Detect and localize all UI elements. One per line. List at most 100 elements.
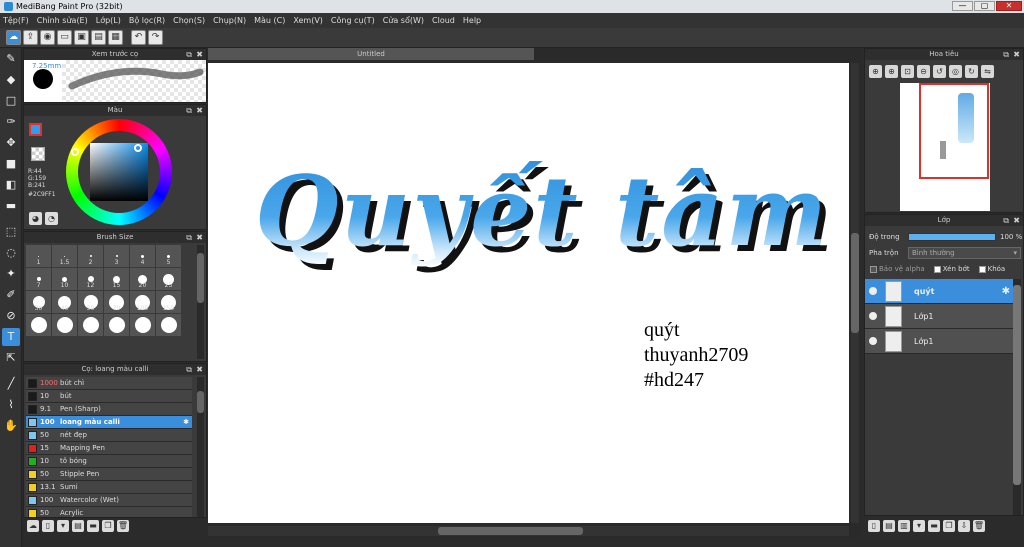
fit-icon[interactable]: ⊡ (901, 65, 914, 78)
close-panel-icon[interactable]: ✖ (1013, 49, 1020, 60)
maximize-button[interactable]: ▢ (974, 1, 995, 11)
eyedropper-tool-icon[interactable]: ⌇ (2, 396, 20, 414)
popout-icon[interactable]: ⧉ (186, 49, 192, 60)
brush-size-cell[interactable]: 12 (78, 268, 103, 290)
menu-tools[interactable]: Công cụ(T) (331, 16, 375, 25)
popout-icon[interactable]: ⧉ (186, 364, 192, 375)
eraser-tool-icon[interactable]: ◆ (2, 71, 20, 89)
rotate-right-icon[interactable]: ↻ (965, 65, 978, 78)
zoom-in-alt-icon[interactable]: ⊕ (885, 65, 898, 78)
brush-size-cell[interactable]: 40 (52, 291, 77, 313)
menu-help[interactable]: Help (463, 16, 481, 25)
transparent-color-swatch[interactable] (31, 147, 45, 161)
folder-icon[interactable]: ▬ (87, 520, 99, 532)
brush-size-cell[interactable]: 30 (26, 291, 51, 313)
pen-tool-icon[interactable]: ✑ (2, 113, 20, 131)
popout-icon[interactable]: ⧉ (1003, 215, 1009, 226)
brush-size-cell[interactable] (78, 314, 103, 336)
brush-size-cell[interactable]: 1 (26, 245, 51, 267)
close-panel-icon[interactable]: ✖ (196, 49, 203, 60)
brush-size-cell[interactable] (52, 314, 77, 336)
canvas-vertical-scrollbar[interactable] (851, 63, 859, 523)
layer-row[interactable]: Lớp1 (865, 304, 1013, 329)
new-layer-icon[interactable]: ▯ (868, 520, 880, 532)
undo-icon[interactable]: ↶ (131, 30, 146, 45)
lasso-tool-icon[interactable]: ◌ (2, 244, 20, 262)
add-brush-icon[interactable]: ▾ (57, 520, 69, 532)
grid-icon[interactable]: ▦ (108, 30, 123, 45)
lock-checkbox[interactable]: Khóa (978, 265, 1005, 273)
menu-window[interactable]: Cửa sổ(W) (383, 16, 424, 25)
merge-down-icon[interactable]: ⇩ (958, 520, 970, 532)
menu-file[interactable]: Tệp(F) (3, 16, 29, 25)
comment-icon[interactable]: ◉ (40, 30, 55, 45)
trash-icon[interactable]: 🗑 (973, 520, 985, 532)
brush-item[interactable]: 1000 bút chì (26, 377, 192, 390)
dot-tool-icon[interactable]: □ (2, 92, 20, 110)
brush-size-cell[interactable]: 20 (130, 268, 155, 290)
menu-select[interactable]: Chọn(S) (173, 16, 205, 25)
sv-handle[interactable] (134, 144, 142, 152)
brush-settings-icon[interactable]: ▤ (72, 520, 84, 532)
select-pen-tool-icon[interactable]: ✐ (2, 286, 20, 304)
brush-item[interactable]: 50 Stipple Pen (26, 468, 192, 481)
zoom-in-icon[interactable]: ⊕ (869, 65, 882, 78)
protect-alpha-checkbox[interactable]: Bảo vệ alpha (870, 265, 925, 273)
bucket-tool-icon[interactable]: ◧ (2, 176, 20, 194)
new-halftone-layer-icon[interactable]: ▤ (883, 520, 895, 532)
close-panel-icon[interactable]: ✖ (196, 364, 203, 375)
brush-size-cell[interactable]: 15 (104, 268, 129, 290)
menu-view[interactable]: Xem(V) (293, 16, 323, 25)
brush-item[interactable]: 9.1 Pen (Sharp) (26, 403, 192, 416)
menu-edit[interactable]: Chỉnh sửa(E) (37, 16, 88, 25)
color-wheel[interactable] (66, 119, 172, 225)
cloud-icon[interactable]: ☁ (6, 30, 21, 45)
brush-size-cell[interactable] (156, 314, 181, 336)
brush-item[interactable]: 10 tô bóng (26, 455, 192, 468)
select-rect-tool-icon[interactable]: ⬚ (2, 223, 20, 241)
gradient-tool-icon[interactable]: ▬ (2, 197, 20, 215)
brush-size-cell[interactable] (130, 314, 155, 336)
brush-size-cell[interactable] (26, 314, 51, 336)
chat-icon[interactable]: ▭ (57, 30, 72, 45)
save-icon[interactable]: ▣ (74, 30, 89, 45)
primary-color-swatch[interactable] (29, 123, 42, 136)
brush-size-scrollbar[interactable] (197, 245, 204, 359)
close-panel-icon[interactable]: ✖ (196, 105, 203, 116)
layer-list-scrollbar[interactable] (1013, 279, 1021, 515)
palette-add-icon[interactable]: ◔ (45, 212, 58, 225)
new-brush-icon[interactable]: ▯ (42, 520, 54, 532)
brush-size-cell[interactable] (104, 314, 129, 336)
visibility-icon[interactable] (869, 287, 877, 295)
gear-icon[interactable]: ✱ (1002, 286, 1010, 297)
brush-item[interactable]: 13.1 Sumi (26, 481, 192, 494)
menu-cloud[interactable]: Cloud (432, 16, 455, 25)
brush-size-cell[interactable]: 25 (156, 268, 181, 290)
select-eraser-tool-icon[interactable]: ⊘ (2, 307, 20, 325)
close-panel-icon[interactable]: ✖ (1013, 215, 1020, 226)
reset-icon[interactable]: ◎ (949, 65, 962, 78)
close-button[interactable]: ✕ (996, 1, 1022, 11)
hand-tool-icon[interactable]: ✋ (2, 417, 20, 435)
popout-icon[interactable]: ⧉ (186, 232, 192, 243)
zoom-out-icon[interactable]: ⊖ (917, 65, 930, 78)
navigator-thumbnail[interactable] (900, 83, 990, 211)
visibility-icon[interactable] (869, 337, 877, 345)
minimize-button[interactable]: — (952, 1, 973, 11)
menu-filter[interactable]: Bộ lọc(R) (129, 16, 165, 25)
popout-icon[interactable]: ⧉ (186, 105, 192, 116)
brush-item[interactable]: 10 bút (26, 390, 192, 403)
brush-size-cell[interactable]: 3 (104, 245, 129, 267)
duplicate-icon[interactable]: ❐ (102, 520, 114, 532)
brush-list-scrollbar[interactable] (197, 377, 204, 517)
brush-size-cell[interactable]: 4 (130, 245, 155, 267)
cloud-brush-icon[interactable]: ☁ (27, 520, 39, 532)
brush-size-cell[interactable]: 50 (78, 291, 103, 313)
brush-item[interactable]: 50 nét đẹp (26, 429, 192, 442)
canvas-horizontal-scrollbar[interactable] (208, 526, 849, 536)
canvas[interactable]: Quyết tâm Quyết tâm quýt thuyanh2709 #hd… (208, 63, 849, 523)
move-tool-icon[interactable]: ✥ (2, 134, 20, 152)
upload-icon[interactable]: ⇪ (23, 30, 38, 45)
menu-layer[interactable]: Lớp(L) (96, 16, 121, 25)
opacity-slider[interactable] (908, 233, 996, 241)
